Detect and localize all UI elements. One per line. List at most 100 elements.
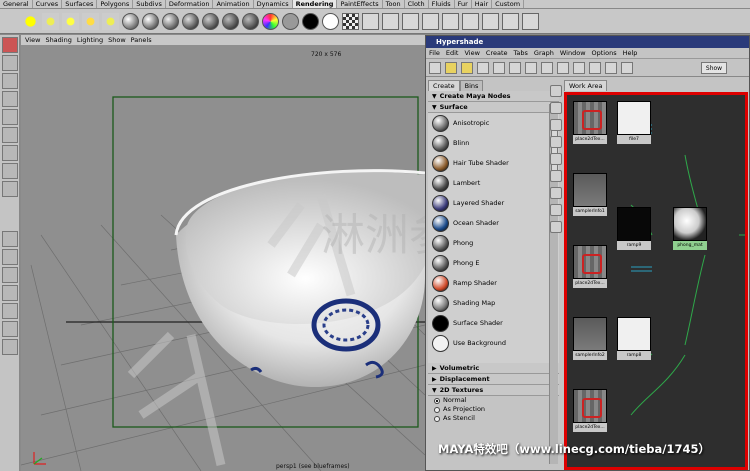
spot-light-icon[interactable] (42, 12, 59, 30)
section-displacement[interactable]: ▶ Displacement (428, 374, 559, 385)
rotate-tool-icon[interactable] (2, 109, 18, 125)
ambient-light-icon[interactable] (102, 12, 119, 30)
render-icon[interactable] (382, 12, 399, 30)
paint-icon[interactable] (522, 12, 539, 30)
layout-graph-icon[interactable] (2, 321, 18, 337)
sphere-material-icon[interactable] (202, 12, 219, 30)
shader-item[interactable]: Blinn (432, 133, 559, 153)
batch-render-icon[interactable] (482, 12, 499, 30)
node-white[interactable]: file7 (617, 101, 651, 145)
shelf-tab-subdivs[interactable]: Subdivs (133, 0, 166, 8)
section-2d-textures[interactable]: ▼ 2D Textures (428, 385, 559, 396)
section-volumetric[interactable]: ▶ Volumetric (428, 363, 559, 374)
ramp-material-icon[interactable] (262, 12, 279, 30)
shelf-tab-hair[interactable]: Hair (472, 0, 493, 8)
render-view-icon[interactable] (462, 12, 479, 30)
node-info[interactable]: samplerInfo2 (573, 317, 607, 361)
radio-as-stencil[interactable]: As Stencil (428, 414, 559, 423)
show-button[interactable]: Show (701, 61, 727, 74)
shelf-tab-polygons[interactable]: Polygons (97, 0, 134, 8)
shader-item[interactable]: Surface Shader (432, 313, 559, 333)
sphere-material-icon[interactable] (162, 12, 179, 30)
shelf-tab-dynamics[interactable]: Dynamics (254, 0, 293, 8)
gray-material-icon[interactable] (282, 12, 299, 30)
section-surface[interactable]: ▼ Surface (428, 102, 559, 113)
sphere-material-icon[interactable] (182, 12, 199, 30)
create-maya-nodes-header[interactable]: ▼ Create Maya Nodes (428, 91, 559, 102)
clear-graph-icon[interactable] (541, 61, 553, 74)
hypershade-menu-file[interactable]: File (429, 48, 440, 58)
node-place[interactable]: place2dTex... (573, 389, 607, 433)
node-place[interactable]: place2dTex... (573, 101, 607, 145)
hypershade-menu-tabs[interactable]: Tabs (514, 48, 528, 58)
shelf-tab-surfaces[interactable]: Surfaces (62, 0, 98, 8)
sphere-material-icon[interactable] (122, 12, 139, 30)
radio-as-projection[interactable]: As Projection (428, 405, 559, 414)
arrow-right-icon[interactable] (461, 61, 473, 74)
shelf-tab-animation[interactable]: Animation (213, 0, 254, 8)
select-tool-icon[interactable] (2, 37, 18, 53)
node-black[interactable]: ramp9 (617, 207, 651, 251)
sun-light-icon[interactable] (22, 12, 39, 30)
tab-create[interactable]: Create (428, 80, 460, 91)
shelf-tab-painteffects[interactable]: PaintEffects (337, 0, 383, 8)
shelf-tab-fluids[interactable]: Fluids (429, 0, 455, 8)
layout-single-icon[interactable] (2, 231, 18, 247)
render-globals-icon[interactable] (422, 12, 439, 30)
tab-strip-button-icon[interactable] (550, 221, 562, 233)
node-white[interactable]: ramp8 (617, 317, 651, 361)
shader-item[interactable]: Lambert (432, 173, 559, 193)
hypershade-menu-help[interactable]: Help (623, 48, 638, 58)
shader-item[interactable]: Phong (432, 233, 559, 253)
tab-strip-button-icon[interactable] (550, 170, 562, 182)
shelf-tab-curves[interactable]: Curves (33, 0, 63, 8)
shader-item[interactable]: Phong E (432, 253, 559, 273)
arrow-left-icon[interactable] (445, 61, 457, 74)
shader-item[interactable]: Hair Tube Shader (432, 153, 559, 173)
rearrange-graph-icon[interactable] (557, 61, 569, 74)
hypershade-menu-create[interactable]: Create (486, 48, 508, 58)
layout-outliner-icon[interactable] (2, 303, 18, 319)
light-link-icon[interactable] (502, 12, 519, 30)
shelf-tab-custom[interactable]: Custom (492, 0, 525, 8)
tab-strip-button-icon[interactable] (550, 136, 562, 148)
node-info[interactable]: samplerInfo1 (573, 173, 607, 217)
show-manipulator-icon[interactable] (2, 181, 18, 197)
texture-icon[interactable] (362, 12, 379, 30)
sphere-material-icon[interactable] (222, 12, 239, 30)
graph-upstream-icon[interactable] (493, 61, 505, 74)
tab-strip-button-icon[interactable] (550, 153, 562, 165)
lasso-tool-icon[interactable] (2, 55, 18, 71)
shelf-tab-toon[interactable]: Toon (383, 0, 405, 8)
tab-strip-button-icon[interactable] (550, 187, 562, 199)
black-material-icon[interactable] (302, 12, 319, 30)
node-place[interactable]: place2dTex... (573, 245, 607, 289)
graph-downstream-icon[interactable] (509, 61, 521, 74)
work-area[interactable]: place2dTex... file7 samplerInfo1 ramp9 phong… (564, 92, 748, 470)
point-light-icon[interactable] (62, 12, 79, 30)
shader-item[interactable]: Anisotropic (432, 113, 559, 133)
tab-strip-button-icon[interactable] (550, 119, 562, 131)
layout-four-icon[interactable] (2, 249, 18, 265)
move-tool-icon[interactable] (2, 91, 18, 107)
hypershade-icon[interactable] (442, 12, 459, 30)
layout-stack-icon[interactable] (2, 285, 18, 301)
background-material-icon[interactable] (322, 12, 339, 30)
hypershade-menu-graph[interactable]: Graph (534, 48, 554, 58)
layout-side-icon[interactable] (2, 267, 18, 283)
sphere-material-icon[interactable] (242, 12, 259, 30)
tab-work-area[interactable]: Work Area (564, 80, 608, 91)
checker-texture-icon[interactable] (342, 12, 359, 30)
hypershade-menu-edit[interactable]: Edit (446, 48, 459, 58)
show-both-tabs-icon[interactable] (605, 61, 617, 74)
shader-item[interactable]: Ramp Shader (432, 273, 559, 293)
node-sphere[interactable]: phong_mat (673, 207, 707, 251)
tab-strip-button-icon[interactable] (550, 204, 562, 216)
tab-strip-button-icon[interactable] (550, 102, 562, 114)
show-top-tabs-icon[interactable] (573, 61, 585, 74)
graph-updown-icon[interactable] (525, 61, 537, 74)
shelf-tab-rendering[interactable]: Rendering (292, 0, 338, 8)
scale-tool-icon[interactable] (2, 127, 18, 143)
show-work-area-icon[interactable] (621, 61, 633, 74)
viewport[interactable]: View Shading Lighting Show Panels 淋洲 720… (21, 35, 425, 471)
